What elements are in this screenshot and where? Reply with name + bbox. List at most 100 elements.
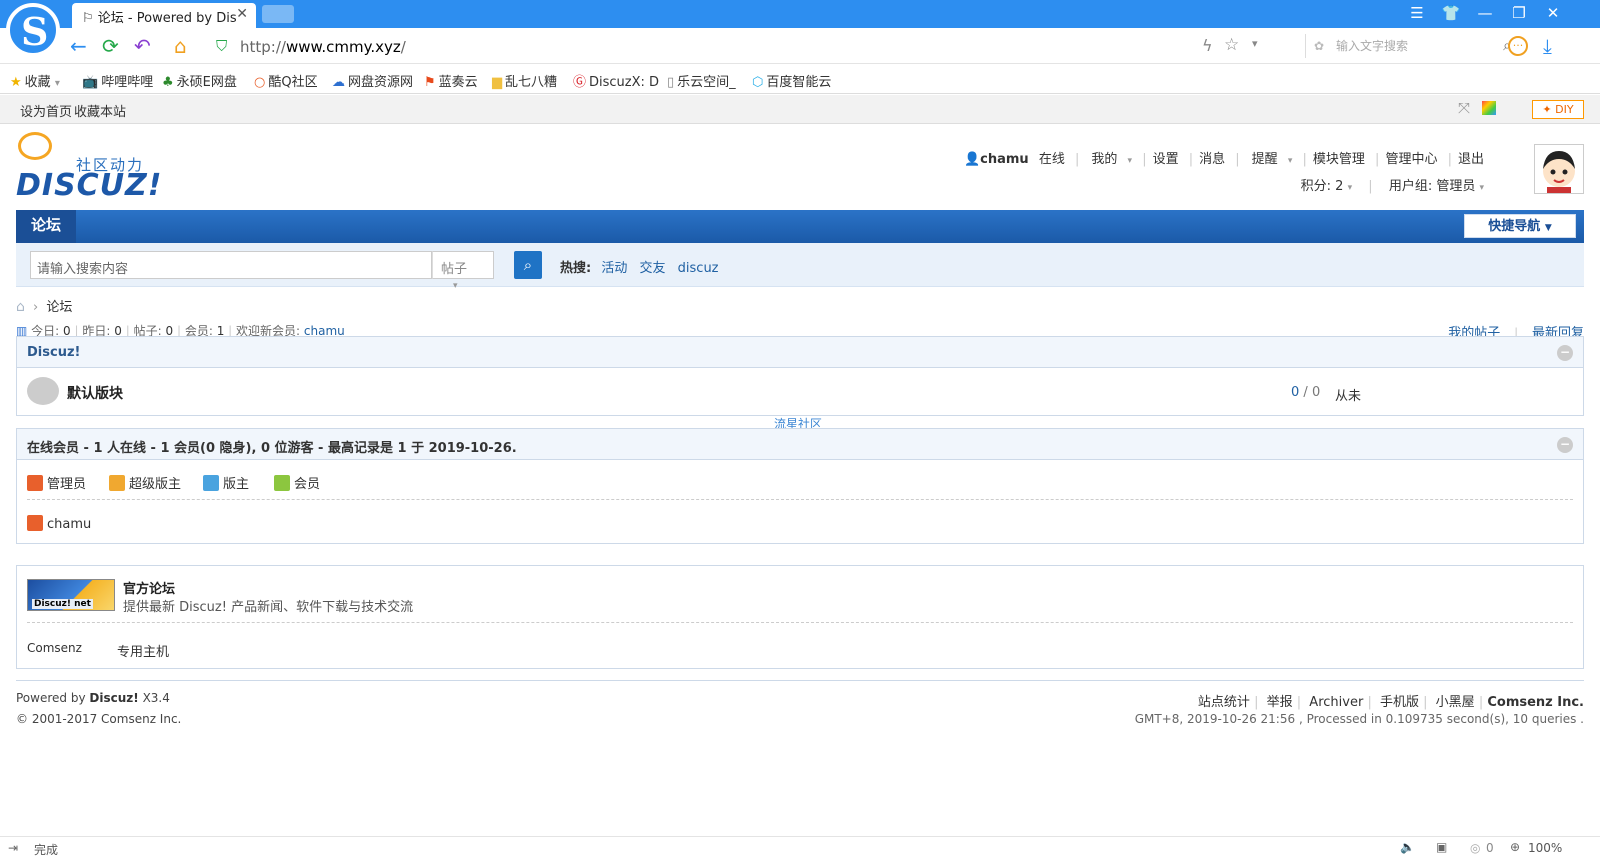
username-link[interactable]: chamu xyxy=(980,152,1029,167)
bookmark-site-link[interactable]: 收藏本站 xyxy=(74,101,126,120)
site-top-bar: 设为首页 收藏本站 ⤧ ✦ DIY xyxy=(0,95,1600,124)
undo-icon[interactable]: ↶ xyxy=(134,34,151,58)
online-box: 在线会员 - 1 人在线 - 1 会员(0 隐身), 0 位游客 - 最高记录是… xyxy=(16,428,1584,544)
reminders-menu[interactable]: 提醒 ▾ xyxy=(1246,152,1293,167)
main-nav: 论坛 快捷导航 ▼ xyxy=(16,210,1584,243)
hot-search-link[interactable]: 交友 xyxy=(640,261,666,276)
footer-link-mobile[interactable]: 手机版 xyxy=(1380,695,1419,710)
bookmark-discuzx[interactable]: Ⓖ DiscuzX: D xyxy=(573,71,659,90)
cloud-icon: ☁ xyxy=(332,75,345,90)
adblock-count: 0 xyxy=(1486,841,1494,855)
url-text[interactable]: http://www.cmmy.xyz/ xyxy=(240,38,406,56)
admin-center-link[interactable]: 管理中心 xyxy=(1385,152,1437,167)
online-title[interactable]: 在线会员 - 1 人在线 - 1 会员(0 隐身), 0 位游客 - 最高记录是… xyxy=(27,441,517,456)
collapse-icon[interactable]: ⤧ xyxy=(1458,99,1470,117)
collapse-toggle-icon[interactable]: − xyxy=(1557,345,1573,361)
breadcrumb-current[interactable]: 论坛 xyxy=(46,300,72,315)
sidebar-toggle-icon[interactable]: ⇥ xyxy=(8,841,18,855)
category-box: Discuz! − 默认版块 0 / 0 从未 xyxy=(16,336,1584,416)
category-title[interactable]: Discuz! xyxy=(27,345,80,360)
browser-status-bar: ⇥ 完成 🔈 ▣ ◎ 0 ⊕ 100% xyxy=(0,836,1600,860)
usergroup-menu[interactable]: 用户组: 管理员 ▾ xyxy=(1389,179,1484,194)
search-input[interactable]: 请输入搜索内容 xyxy=(30,251,432,279)
tab-forum[interactable]: ⚐ 论坛 - Powered by Dis ✕ xyxy=(72,3,256,28)
diy-button[interactable]: ✦ DIY xyxy=(1532,100,1584,119)
search-type-select[interactable]: 帖子 ▾ xyxy=(432,251,494,291)
module-mgmt-link[interactable]: 模块管理 xyxy=(1313,152,1365,167)
address-bar[interactable]: ⛉ http://www.cmmy.xyz/ ϟ ☆ ▾ xyxy=(212,30,1292,62)
more-icon[interactable]: ··· xyxy=(1508,36,1528,56)
official-forum-logo[interactable]: Discuz! net xyxy=(27,579,115,611)
messages-link[interactable]: 消息 xyxy=(1199,152,1225,167)
admin-user-icon xyxy=(27,515,43,531)
discuz-link[interactable]: Discuz! xyxy=(89,691,138,705)
online-user[interactable]: chamu xyxy=(27,515,91,532)
site-header: 社区动力 DISCUZ! 👤chamu 在线 | 我的 ▾ | 设置 | 消息 | 提醒… xyxy=(16,130,1584,205)
site-footer: Powered by Discuz! X3.4 © 2001-2017 Coms… xyxy=(16,680,1584,730)
search-icon: ⌕ xyxy=(523,256,533,274)
bookmark-leyun[interactable]: ▯ 乐云空间_ xyxy=(667,71,736,90)
footer-company-link[interactable]: Comsenz Inc. xyxy=(1487,695,1584,710)
adblock-icon[interactable]: ◎ xyxy=(1470,841,1480,855)
search-button[interactable]: ⌕ xyxy=(514,251,542,279)
avatar[interactable] xyxy=(1534,144,1584,194)
legend-admin: 管理员 xyxy=(27,473,86,492)
close-window-icon[interactable]: ✕ xyxy=(1538,4,1568,22)
bookmark-baidu-cloud[interactable]: ⬡ 百度智能云 xyxy=(752,71,831,90)
quick-nav-button[interactable]: 快捷导航 ▼ xyxy=(1464,214,1576,238)
footer-link-stats[interactable]: 站点统计 xyxy=(1198,695,1250,710)
official-forum-link[interactable]: 官方论坛 xyxy=(123,578,175,597)
bookmark-bilibili[interactable]: 📺 哔哩哔哩 xyxy=(82,71,153,90)
secure-shield-icon: ⛉ xyxy=(216,37,228,55)
bookmark-pan-resource[interactable]: ☁ 网盘资源网 xyxy=(332,71,413,90)
footer-link-archiver[interactable]: Archiver xyxy=(1309,695,1363,710)
footer-link-blacklist[interactable]: 小黑屋 xyxy=(1436,695,1475,710)
speaker-icon[interactable]: 🔈 xyxy=(1400,840,1415,854)
set-home-link[interactable]: 设为首页 xyxy=(20,101,72,120)
tab-close-icon[interactable]: ✕ xyxy=(236,6,248,22)
browser-logo[interactable]: S xyxy=(6,3,60,57)
zoom-icon[interactable]: ⊕ xyxy=(1510,840,1520,854)
footer-link-report[interactable]: 举报 xyxy=(1267,695,1293,710)
text-link-comsenz[interactable]: Comsenz xyxy=(27,641,82,655)
menu-icon[interactable]: ☰ xyxy=(1402,4,1432,22)
points-menu[interactable]: 积分: 2 ▾ xyxy=(1301,179,1352,194)
browser-search-input[interactable]: ✿ 输入文字搜索 ⌕ xyxy=(1305,34,1515,58)
member-user-icon xyxy=(274,475,290,491)
text-link-hosting[interactable]: 专用主机 xyxy=(117,641,169,660)
user-icon: 👤 xyxy=(963,152,981,167)
theme-icon[interactable] xyxy=(1482,101,1496,115)
back-icon[interactable]: ← xyxy=(70,34,87,58)
skin-icon[interactable]: 👕 xyxy=(1436,4,1466,22)
download-icon[interactable]: ⤓ xyxy=(1543,34,1552,58)
refresh-icon[interactable]: ⟳ xyxy=(102,34,119,58)
admin-user-icon xyxy=(27,475,43,491)
save-icon[interactable]: ▣ xyxy=(1436,840,1447,854)
minimize-icon[interactable]: — xyxy=(1470,4,1500,22)
new-tab-button[interactable] xyxy=(262,5,294,23)
forum-name-link[interactable]: 默认版块 xyxy=(67,383,123,403)
bookmark-lanzou[interactable]: ⚑ 蓝奏云 xyxy=(424,71,478,90)
home-icon[interactable]: ⌂ xyxy=(174,34,187,58)
home-icon[interactable]: ⌂ xyxy=(16,299,25,315)
bookmark-ys168[interactable]: ♣ 永硕E网盘 xyxy=(162,71,237,90)
bookmark-star-icon[interactable]: ☆ xyxy=(1224,35,1239,55)
hot-search-link[interactable]: discuz xyxy=(678,261,719,276)
logout-link[interactable]: 退出 xyxy=(1458,152,1484,167)
bookmark-favorites[interactable]: ★ 收藏 ▾ xyxy=(10,71,60,90)
nav-forum[interactable]: 论坛 xyxy=(16,210,76,243)
my-menu[interactable]: 我的 ▾ xyxy=(1085,152,1132,167)
zoom-level[interactable]: 100% xyxy=(1528,841,1562,855)
hot-search-link[interactable]: 活动 xyxy=(601,261,627,276)
category-header: Discuz! − xyxy=(17,337,1583,368)
bookmark-misc-folder[interactable]: ▆ 乱七八糟 xyxy=(492,71,557,90)
lightning-icon[interactable]: ϟ xyxy=(1202,36,1213,55)
chevron-down-icon[interactable]: ▾ xyxy=(1252,37,1258,50)
page-icon: ▯ xyxy=(667,75,675,90)
restore-icon[interactable]: ❐ xyxy=(1504,4,1534,22)
collapse-toggle-icon[interactable]: − xyxy=(1557,437,1573,453)
discuz-logo[interactable]: 社区动力 DISCUZ! xyxy=(16,130,161,203)
bookmark-coolq[interactable]: ○ 酷Q社区 xyxy=(254,71,318,90)
copyright: © 2001-2017 Comsenz Inc. xyxy=(16,712,182,726)
settings-link[interactable]: 设置 xyxy=(1153,152,1179,167)
